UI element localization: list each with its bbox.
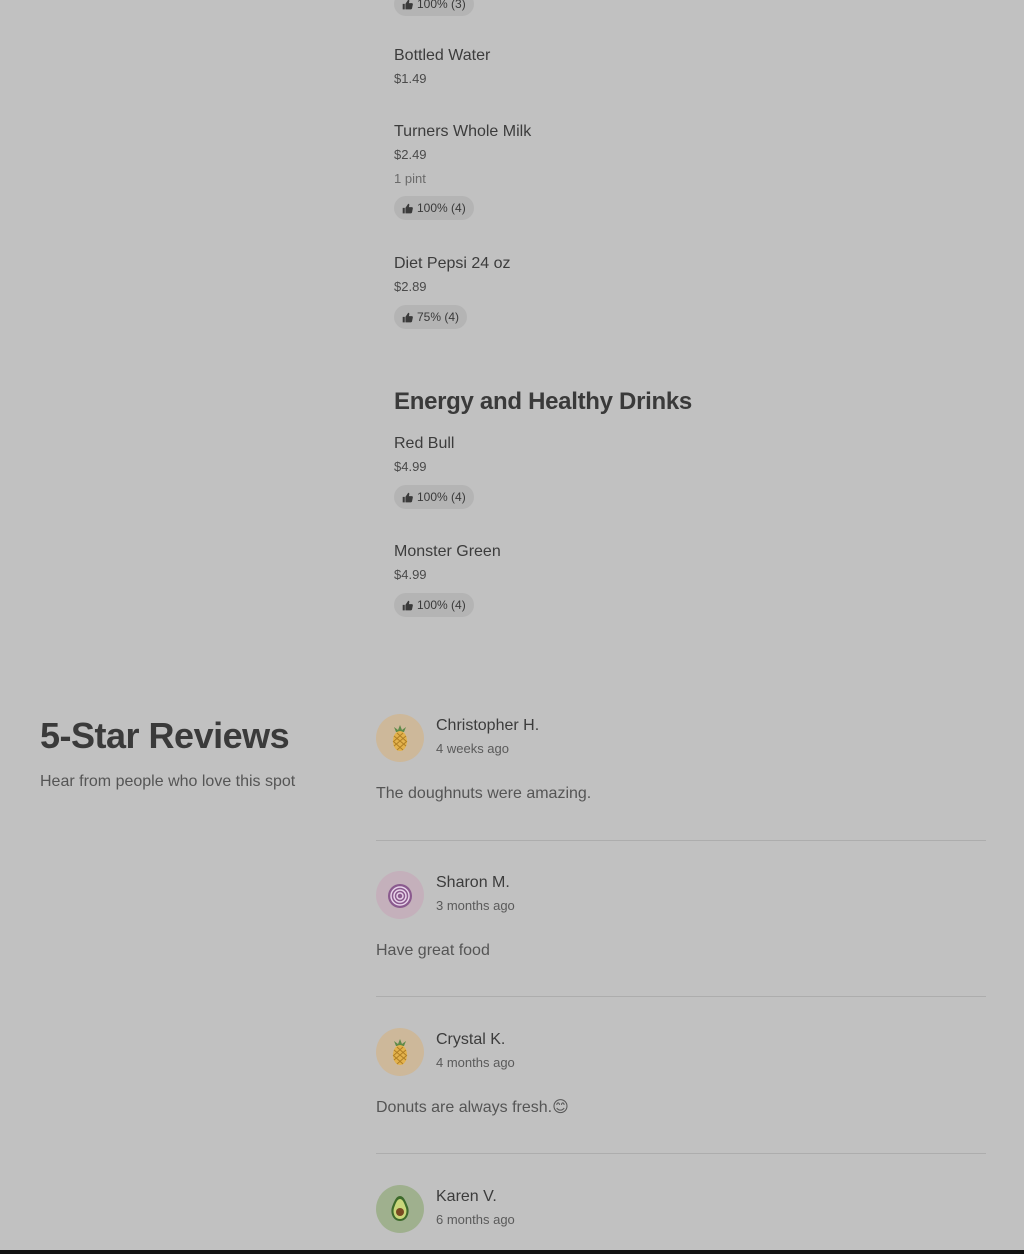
review-card: Karen V. 6 months ago [376,1185,986,1233]
review-text: Donuts are always fresh.😊 [376,1099,569,1116]
reviews-subheading: Hear from people who love this spot [40,773,296,790]
avatar [376,1185,424,1233]
item-price: $2.49 [394,147,427,162]
rating-text: 100% (4) [417,201,466,215]
review-date: 4 months ago [436,1055,515,1070]
pineapple-icon [392,1039,408,1065]
rating-badge: 100% (3) [394,0,474,16]
divider [376,1153,986,1154]
reviewer-name: Sharon M. [436,874,510,891]
item-price: $2.89 [394,279,427,294]
item-name: Red Bull [394,435,455,452]
review-text: Have great food [376,942,490,959]
divider [376,840,986,841]
rating-badge: 75% (4) [394,305,468,329]
item-price: $1.49 [394,71,427,86]
thumbs-up-icon [402,0,413,9]
review-date: 4 weeks ago [436,741,509,756]
pineapple-icon [392,725,408,751]
reviewer-name: Christopher H. [436,717,540,734]
rating-badge: 100% (4) [394,196,474,220]
item-name: Turners Whole Milk [394,123,532,140]
item-name: Bottled Water [394,47,491,64]
review-date: 6 months ago [436,1212,515,1227]
reviews-heading: 5-Star Reviews [40,715,290,756]
avatar [376,871,424,919]
thumbs-up-icon [402,600,413,610]
thumbs-up-icon [402,492,413,502]
avocado-icon [391,1196,409,1221]
review-text: The doughnuts were amazing. [376,785,592,802]
rating-text: 100% (4) [417,598,466,612]
item-name: Monster Green [394,543,501,560]
review-card: Sharon M. 3 months ago Have great food [376,871,986,961]
menu-item-monster-green[interactable]: Monster Green $4.99 100% (4) [394,542,501,617]
item-price: $4.99 [394,459,427,474]
item-price: $4.99 [394,567,427,582]
reviewer-name: Crystal K. [436,1031,506,1048]
rating-text: 75% (4) [417,310,460,324]
menu-item-diet-pepsi[interactable]: Diet Pepsi 24 oz $2.89 75% (4) [394,254,511,329]
review-card: Crystal K. 4 months ago Donuts are alway… [376,1028,986,1118]
review-date: 3 months ago [436,898,515,913]
item-name: Diet Pepsi 24 oz [394,255,511,272]
divider [376,996,986,997]
avatar [376,714,424,762]
review-card: Christopher H. 4 weeks ago The doughnuts… [376,714,986,804]
menu-item-bottled-water[interactable]: Bottled Water $1.49 [394,46,490,87]
rating-badge: 100% (4) [394,593,474,617]
section-title-energy-drinks: Energy and Healthy Drinks [394,388,692,415]
avatar [376,1028,424,1076]
onion-icon [388,884,412,908]
rating-text: 100% (3) [417,0,466,11]
bottom-edge-bar [0,1250,1024,1254]
thumbs-up-icon [402,203,413,213]
rating-text: 100% (4) [417,490,466,504]
menu-item[interactable]: 100% (3) [394,0,474,16]
menu-item-red-bull[interactable]: Red Bull $4.99 100% (4) [394,434,474,509]
menu-item-turners-whole-milk[interactable]: Turners Whole Milk $2.49 1 pint 100% (4) [394,122,531,220]
reviewer-name: Karen V. [436,1188,497,1205]
rating-badge: 100% (4) [394,485,474,509]
thumbs-up-icon [402,312,413,322]
item-size: 1 pint [394,171,426,186]
